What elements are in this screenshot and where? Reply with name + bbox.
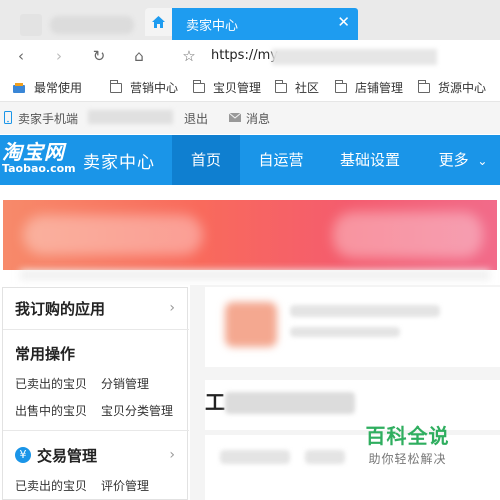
nav-home[interactable]: 首页	[172, 135, 240, 185]
folder-icon	[418, 79, 430, 93]
close-tab-icon[interactable]: ✕	[337, 13, 350, 31]
left-sidebar: 我订购的应用 › 常用操作 已卖出的宝贝 分销管理 出售中的宝贝 宝贝分类管理 …	[2, 287, 189, 500]
url-blurred	[272, 49, 437, 65]
browser-tab-active[interactable]: 卖家中心 ✕	[172, 8, 358, 40]
seller-mobile-link[interactable]: 卖家手机端	[18, 110, 78, 127]
chevron-right-icon[interactable]: ›	[169, 447, 175, 463]
blurred-text	[290, 327, 400, 337]
common-ops-title: 常用操作	[15, 345, 76, 363]
bookmark-label: 最常使用	[34, 81, 83, 95]
tab-title-blurred	[50, 16, 134, 34]
shop-avatar-blurred	[225, 302, 277, 347]
nav-label: 基础设置	[339, 151, 400, 169]
taobao-logo[interactable]: 淘宝网 Taobao.com	[2, 141, 76, 175]
nav-label: 首页	[190, 151, 221, 169]
reload-icon[interactable]: ↻	[88, 46, 110, 66]
seller-header: 淘宝网 Taobao.com 卖家中心 首页 自运营 基础设置 更多 ⌄	[0, 135, 500, 185]
bookmark-community[interactable]: 社区	[275, 79, 319, 96]
section-heading: 工	[205, 390, 225, 414]
chevron-right-icon[interactable]: ›	[169, 300, 175, 316]
folder-icon	[193, 79, 205, 93]
banner-blur-shape	[333, 212, 483, 258]
bookmark-items[interactable]: 宝贝管理	[193, 79, 261, 96]
phone-icon	[4, 111, 12, 124]
bookmark-label: 店铺管理	[355, 81, 404, 95]
logout-link[interactable]: 退出	[184, 110, 208, 127]
bookmark-most-used[interactable]: 最常使用	[12, 79, 82, 96]
back-icon[interactable]: ‹	[10, 46, 32, 66]
bookmark-marketing[interactable]: 营销中心	[110, 79, 178, 96]
blurred-text	[290, 305, 440, 317]
nav-basic-settings[interactable]: 基础设置	[330, 135, 410, 185]
divider	[3, 430, 189, 431]
address-bar: ‹ › ↻ ⌂ ☆ https://my	[0, 40, 500, 72]
bookmark-label: 货源中心	[438, 81, 487, 95]
forward-icon[interactable]: ›	[48, 46, 70, 66]
blurred-text	[305, 450, 345, 464]
bookmark-label: 社区	[295, 81, 320, 95]
blurred-text	[220, 450, 290, 464]
subscribed-apps-title[interactable]: 我订购的应用	[15, 298, 105, 319]
folder-icon	[335, 79, 347, 93]
watermark-subtitle: 助你轻松解决	[368, 452, 447, 466]
link-sold-items-trade[interactable]: 已卖出的宝贝	[15, 477, 87, 494]
trade-management-title[interactable]: 交易管理	[37, 445, 97, 466]
nav-more[interactable]: 更多 ⌄	[428, 135, 498, 185]
banner-shadow	[20, 270, 490, 280]
folder-icon	[275, 79, 287, 93]
mail-icon	[229, 113, 241, 122]
logo-text: 淘宝网	[2, 140, 65, 164]
banner-blur-shape	[23, 215, 203, 255]
link-items-on-sale[interactable]: 出售中的宝贝	[15, 402, 87, 419]
username-blurred	[88, 110, 173, 124]
home-tab-icon[interactable]	[145, 8, 172, 36]
tab-title: 卖家中心	[186, 19, 239, 34]
messages-link[interactable]: 消息	[246, 110, 270, 127]
divider	[3, 329, 189, 330]
browser-tab-strip: 卖家中心 ✕	[0, 0, 500, 40]
link-review-management[interactable]: 评价管理	[101, 477, 149, 494]
seller-center-title: 卖家中心	[83, 153, 155, 173]
yuan-icon: ¥	[15, 447, 31, 463]
nav-label: 更多	[438, 151, 469, 169]
bookmark-star-icon[interactable]: ☆	[178, 46, 200, 66]
bookmark-shop[interactable]: 店铺管理	[335, 79, 403, 96]
logo-domain: Taobao.com	[2, 162, 76, 175]
house-icon	[152, 16, 165, 28]
promo-banner[interactable]	[3, 200, 497, 270]
seller-info-bar: 卖家手机端 退出 消息	[0, 102, 500, 134]
account-card	[205, 287, 500, 367]
watermark-title: 百科全说	[365, 424, 450, 448]
nav-self-operation[interactable]: 自运营	[248, 135, 314, 185]
bookmark-label: 营销中心	[130, 81, 179, 95]
chevron-down-icon: ⌄	[477, 154, 488, 168]
bookmark-supply[interactable]: 货源中心	[418, 79, 486, 96]
link-item-category[interactable]: 宝贝分类管理	[101, 402, 173, 419]
bookmarks-bar: 最常使用 营销中心 宝贝管理 社区 店铺管理 货源中心	[0, 72, 500, 102]
url-input[interactable]: https://my	[211, 48, 278, 63]
bookmark-label: 宝贝管理	[213, 81, 262, 95]
watermark: 百科全说 助你轻松解决	[350, 420, 465, 467]
tab-favicon	[20, 14, 42, 36]
browser-tab-inactive[interactable]	[10, 6, 140, 40]
bookmarks-icon	[13, 82, 25, 93]
link-distribution[interactable]: 分销管理	[101, 375, 149, 392]
nav-label: 自运营	[258, 151, 304, 169]
blurred-heading	[225, 392, 355, 414]
home-icon[interactable]: ⌂	[128, 46, 150, 66]
folder-icon	[110, 79, 122, 93]
link-sold-items[interactable]: 已卖出的宝贝	[15, 375, 87, 392]
